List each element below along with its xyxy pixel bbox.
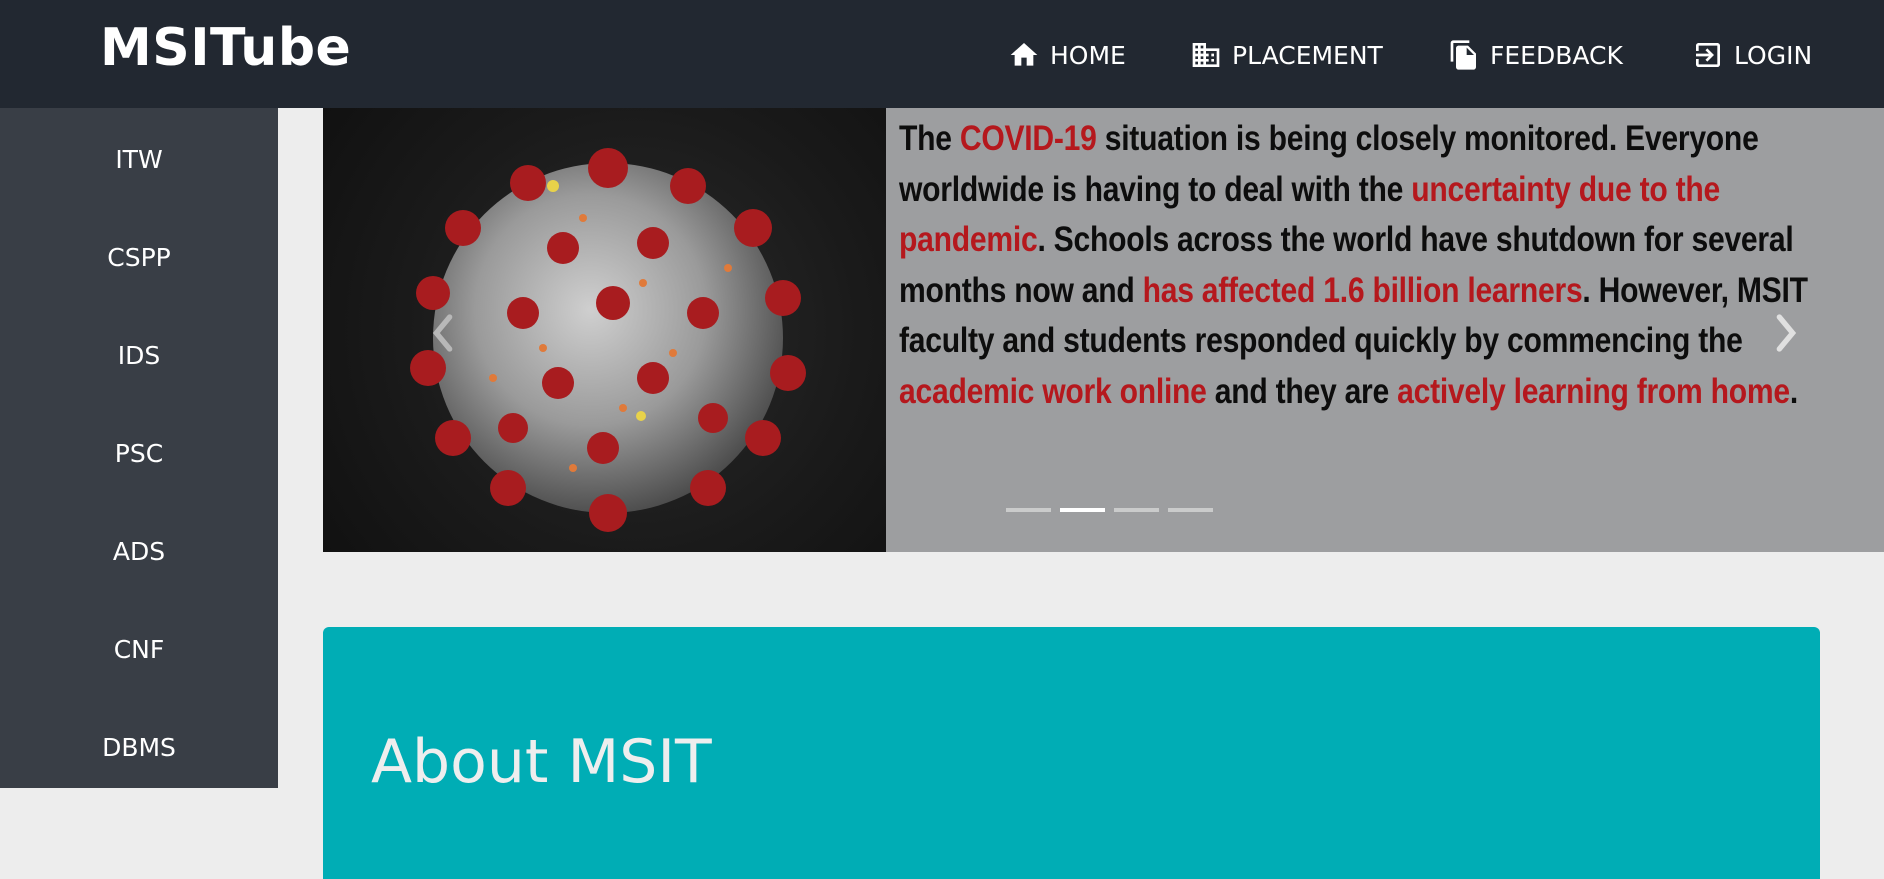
- caption-highlight: has affected 1.6 billion learners: [1142, 270, 1583, 310]
- carousel-indicator[interactable]: [1006, 508, 1051, 512]
- nav-home-label: HOME: [1050, 40, 1126, 70]
- coronavirus-image: [323, 108, 886, 552]
- carousel-indicator[interactable]: [1168, 508, 1213, 512]
- sidebar-item-cnf[interactable]: CNF: [0, 600, 278, 698]
- sidebar-item-itw[interactable]: ITW: [0, 110, 278, 208]
- sidebar-item-ads[interactable]: ADS: [0, 502, 278, 600]
- caption-highlight: academic work online: [899, 371, 1207, 411]
- carousel-indicator-active[interactable]: [1060, 508, 1105, 512]
- chevron-right-icon: [1776, 314, 1797, 352]
- nav-placement-link[interactable]: PLACEMENT: [1190, 36, 1383, 74]
- about-section: About MSIT: [323, 627, 1820, 879]
- caption-highlight: actively learning from home: [1397, 371, 1790, 411]
- top-navbar: MSITube HOME PLACEMENT FEEDBACK LOGIN: [0, 0, 1884, 108]
- sidebar: ITW CSPP IDS PSC ADS CNF DBMS: [0, 108, 278, 788]
- sidebar-item-psc[interactable]: PSC: [0, 404, 278, 502]
- carousel-prev-button[interactable]: [423, 308, 463, 358]
- nav-placement-label: PLACEMENT: [1232, 40, 1383, 70]
- slide-caption: The COVID-19 situation is being closely …: [899, 114, 1862, 417]
- caption-text: .: [1789, 371, 1799, 411]
- carousel-next-button[interactable]: [1766, 308, 1806, 358]
- chevron-left-icon: [432, 314, 453, 352]
- sidebar-item-ids[interactable]: IDS: [0, 306, 278, 404]
- login-icon: [1696, 43, 1720, 67]
- nav-feedback-label: FEEDBACK: [1490, 40, 1623, 70]
- carousel-indicators: [1006, 508, 1213, 512]
- nav-login-label: LOGIN: [1734, 40, 1813, 70]
- nav-feedback-link[interactable]: FEEDBACK: [1448, 36, 1623, 74]
- brand-logo[interactable]: MSITube: [100, 18, 351, 78]
- hero-carousel: The COVID-19 situation is being closely …: [323, 108, 1884, 552]
- caption-text: The: [899, 119, 960, 158]
- caption-text: and they are: [1206, 371, 1398, 411]
- carousel-indicator[interactable]: [1114, 508, 1159, 512]
- nav-home-link[interactable]: HOME: [1008, 36, 1126, 74]
- nav-login-link[interactable]: LOGIN: [1692, 36, 1812, 74]
- sidebar-item-cspp[interactable]: CSPP: [0, 208, 278, 306]
- sidebar-item-dbms[interactable]: DBMS: [0, 698, 278, 796]
- building-icon: [1192, 43, 1220, 67]
- about-title: About MSIT: [371, 727, 712, 797]
- documents-icon: [1450, 40, 1476, 70]
- caption-highlight: COVID-19: [959, 119, 1097, 158]
- home-icon: [1010, 43, 1038, 66]
